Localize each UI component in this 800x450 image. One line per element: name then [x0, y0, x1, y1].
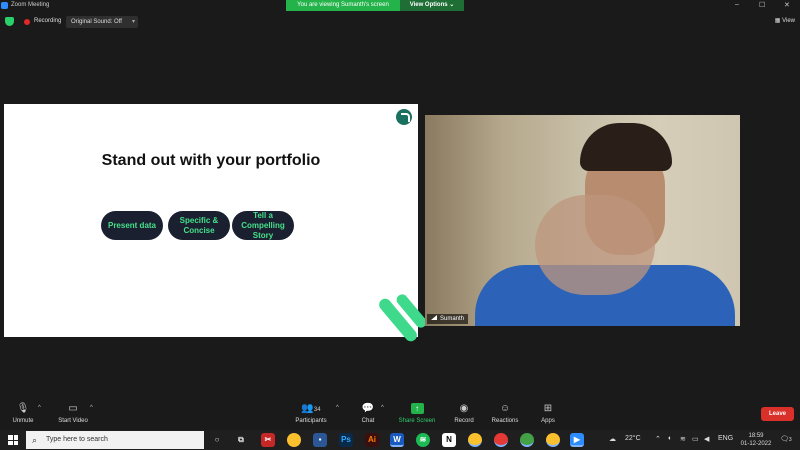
- language-indicator[interactable]: ENG: [718, 435, 733, 442]
- chrome-profile-4-icon[interactable]: [546, 433, 560, 447]
- apps-icon: ⊞: [543, 403, 553, 414]
- microphone-muted-icon: 🎙: [16, 403, 30, 414]
- wifi-icon[interactable]: ≋: [680, 435, 686, 443]
- cortana-icon[interactable]: ○: [210, 433, 224, 447]
- pill-specific-concise: Specific & Concise: [168, 211, 230, 240]
- meeting-status-bar: Recording Original Sound: Off ▾ ▦ View: [0, 14, 800, 30]
- chevron-down-icon: ⌄: [449, 2, 455, 8]
- view-options-label: View Options: [409, 2, 448, 8]
- shared-screen-slide: Stand out with your portfolio Present da…: [4, 104, 429, 344]
- chrome-icon[interactable]: [287, 433, 301, 447]
- notion-icon[interactable]: N: [442, 433, 456, 447]
- slide-title: Stand out with your portfolio: [101, 152, 321, 169]
- chevron-down-icon[interactable]: ▾: [132, 16, 135, 28]
- taskbar-clock[interactable]: 18:59 01-12-2022: [736, 432, 776, 448]
- original-sound-button[interactable]: Original Sound: Off ▾: [66, 16, 138, 28]
- illustrator-icon[interactable]: Ai: [365, 433, 379, 447]
- participant-video-tile[interactable]: Sumanth: [425, 115, 740, 326]
- clock-time: 18:59: [748, 433, 764, 439]
- participants-icon: 👥34: [301, 403, 321, 414]
- chrome-profile-2-icon[interactable]: [494, 433, 508, 447]
- apps-label: Apps: [541, 418, 555, 424]
- battery-icon[interactable]: ▭: [692, 435, 699, 443]
- taskbar-search-input[interactable]: ⌕ Type here to search: [26, 431, 204, 449]
- recording-label: Recording: [34, 18, 62, 24]
- weather-temperature[interactable]: 22°C: [625, 435, 641, 442]
- grid-view-icon: ▦: [774, 18, 781, 24]
- video-options-caret-icon[interactable]: ^: [90, 405, 93, 411]
- title-bar: Zoom Meeting You are viewing Sumanth's s…: [0, 0, 800, 12]
- participants-label: Participants: [295, 418, 327, 424]
- maximize-button[interactable]: ☐: [759, 1, 765, 9]
- photoshop-icon[interactable]: Ps: [339, 433, 353, 447]
- chat-caret-icon[interactable]: ^: [381, 405, 384, 411]
- apps-button[interactable]: ⊞ Apps: [536, 403, 560, 424]
- minimize-button[interactable]: –: [735, 1, 739, 8]
- view-options-button[interactable]: View Options ⌄: [400, 0, 464, 11]
- chrome-profile-3-icon[interactable]: [520, 433, 534, 447]
- record-icon: ◉: [459, 403, 469, 414]
- leave-button[interactable]: Leave: [761, 407, 794, 421]
- zoom-app-icon: [1, 2, 8, 9]
- view-button[interactable]: ▦ View: [775, 17, 795, 24]
- video-person-hand: [535, 195, 655, 295]
- company-logo-icon: [396, 109, 412, 125]
- clock-date: 01-12-2022: [740, 441, 772, 447]
- video-off-icon: ▭: [68, 403, 78, 414]
- view-label: View: [782, 18, 795, 24]
- windows-start-icon[interactable]: [8, 435, 18, 445]
- share-screen-label: Share Screen: [398, 418, 436, 424]
- reactions-button[interactable]: ☺ Reactions: [489, 403, 521, 424]
- pill-present-data: Present data: [101, 211, 163, 240]
- weather-cloud-icon[interactable]: ☁: [609, 435, 616, 443]
- start-video-button[interactable]: ▭ Start Video: [55, 403, 91, 424]
- reactions-label: Reactions: [491, 418, 519, 424]
- volume-icon[interactable]: ◀: [704, 435, 709, 443]
- generic-app-icon[interactable]: ▪: [313, 433, 327, 447]
- participant-name-tag: Sumanth: [427, 314, 469, 324]
- chat-button[interactable]: 💬 Chat: [356, 403, 380, 424]
- unmute-label: Unmute: [12, 418, 34, 424]
- pill-compelling-story: Tell a Compelling Story: [232, 211, 294, 240]
- zoom-taskbar-icon[interactable]: ▶: [570, 433, 584, 447]
- security-shield-icon[interactable]: [5, 17, 14, 26]
- spotify-icon[interactable]: ≋: [416, 433, 430, 447]
- share-screen-button[interactable]: ↑ Share Screen: [396, 403, 438, 424]
- record-label: Record: [454, 418, 474, 424]
- reactions-smiley-icon: ☺: [499, 403, 511, 414]
- participant-name: Sumanth: [440, 316, 465, 322]
- share-screen-icon: ↑: [396, 403, 438, 415]
- signal-bars-icon: [431, 315, 437, 320]
- recording-dot-icon: [24, 19, 30, 25]
- word-icon[interactable]: W: [390, 433, 404, 447]
- snipping-tool-icon[interactable]: ✂: [261, 433, 275, 447]
- notification-count: 3: [788, 437, 792, 443]
- notifications-icon[interactable]: 🗨3: [780, 435, 792, 443]
- start-video-label: Start Video: [58, 418, 88, 424]
- chat-label: Chat: [361, 418, 375, 424]
- viewing-banner: You are viewing Sumanth's screen: [286, 0, 400, 11]
- close-button[interactable]: ✕: [784, 1, 790, 9]
- search-icon: ⌕: [32, 435, 38, 445]
- task-view-icon[interactable]: ⧉: [234, 433, 248, 447]
- chrome-profile-1-icon[interactable]: [468, 433, 482, 447]
- original-sound-label: Original Sound: Off: [71, 19, 122, 25]
- participants-count: 34: [313, 407, 321, 413]
- taskbar-search-placeholder: Type here to search: [46, 436, 108, 443]
- windows-taskbar: ⌕ Type here to search ○ ⧉ ✂ ▪ Ps Ai W ≋ …: [0, 430, 800, 450]
- window-title: Zoom Meeting: [11, 2, 50, 8]
- record-button[interactable]: ◉ Record: [450, 403, 478, 424]
- tray-app-icon[interactable]: ◐: [668, 435, 672, 442]
- participants-button[interactable]: 👥34 Participants: [292, 403, 330, 424]
- participants-caret-icon[interactable]: ^: [336, 405, 339, 411]
- chat-bubble-icon: 💬: [361, 403, 375, 414]
- tray-chevron-up-icon[interactable]: ⌃: [655, 435, 661, 443]
- audio-options-caret-icon[interactable]: ^: [38, 405, 41, 411]
- unmute-button[interactable]: 🎙 Unmute: [10, 403, 36, 424]
- video-person-hair: [580, 123, 672, 171]
- meeting-toolbar: 🎙 Unmute ^ ▭ Start Video ^ 👥34 Participa…: [0, 400, 800, 430]
